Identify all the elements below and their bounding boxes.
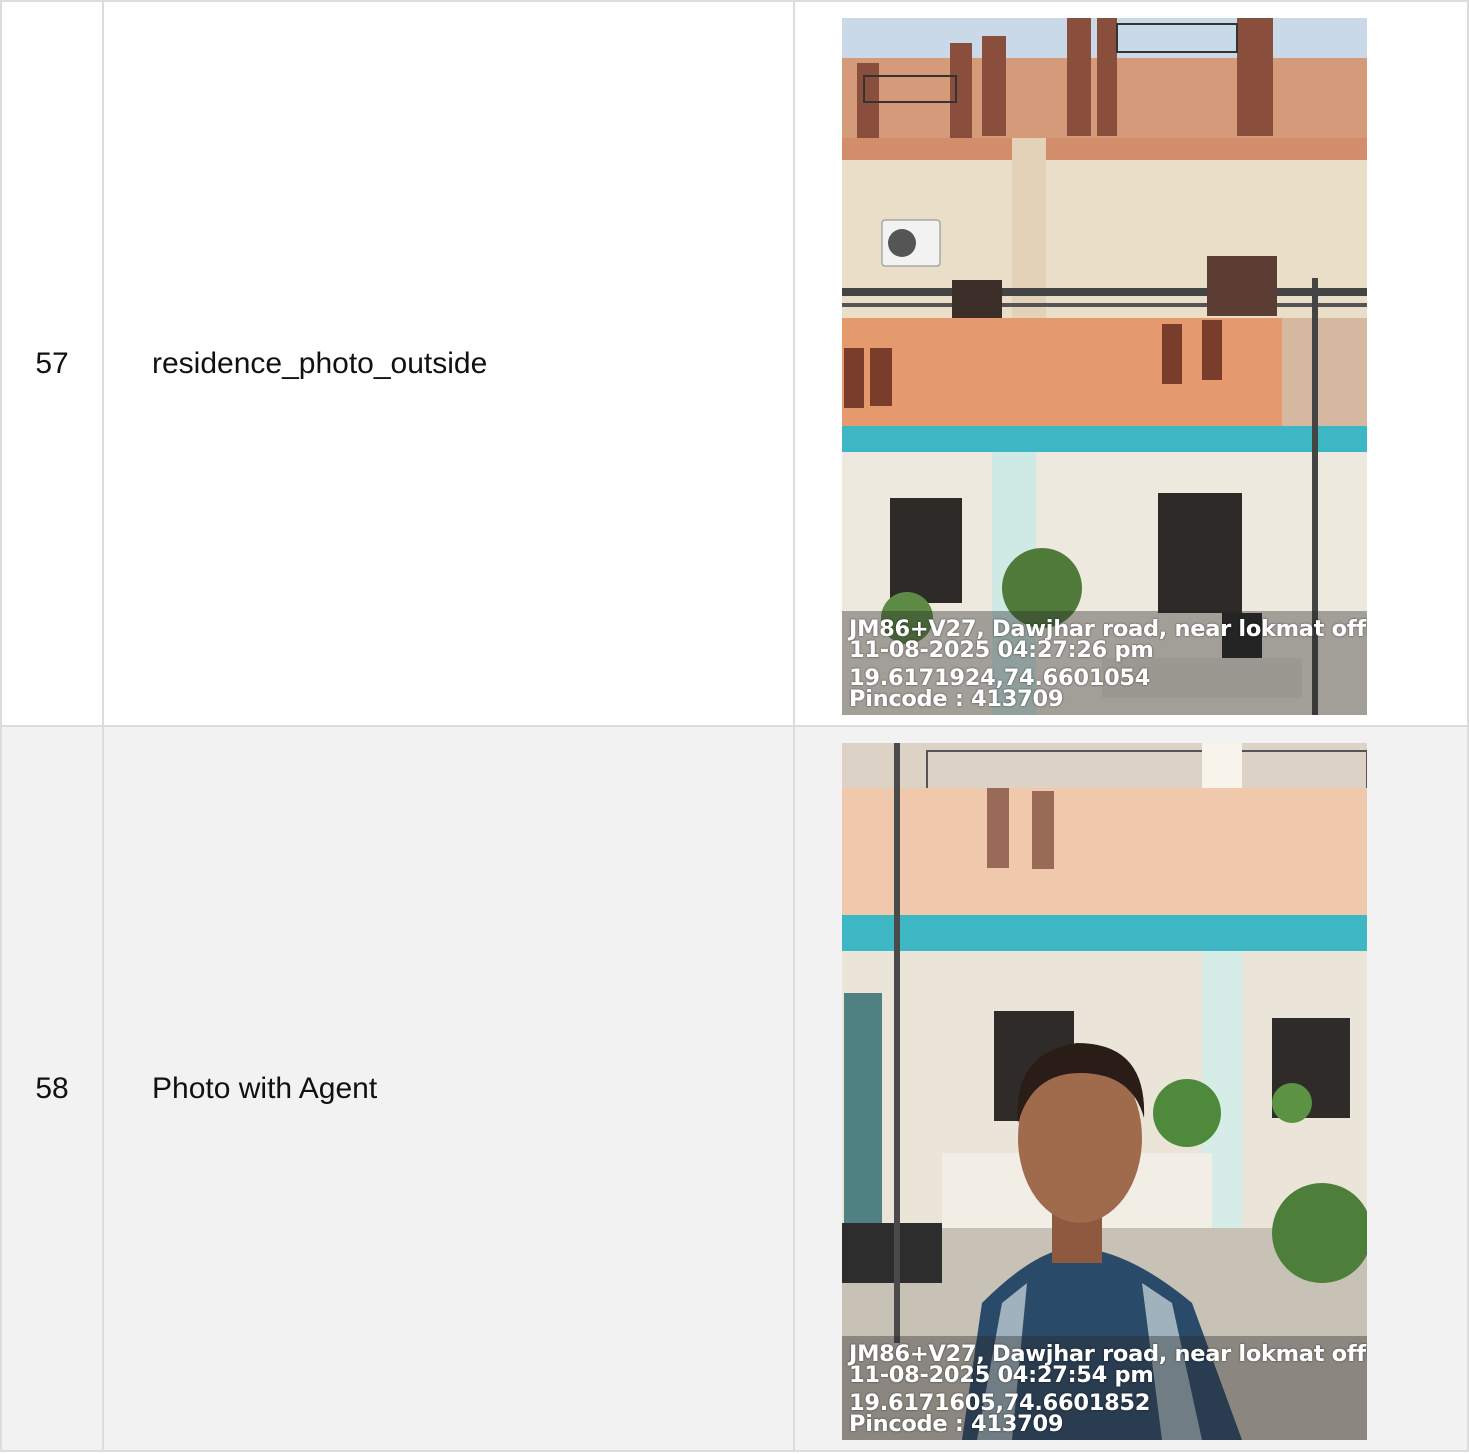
agent-selfie-photo[interactable]: JM86+V27, Dawjhar road, near lokmat offi…: [842, 743, 1367, 1440]
stamp-pincode: Pincode : 413709: [849, 686, 1064, 712]
row-number: 58: [0, 725, 104, 1452]
row-label: Photo with Agent: [102, 725, 795, 1452]
row-label: residence_photo_outside: [102, 0, 795, 727]
residence-outside-photo[interactable]: JM86+V27, Dawjhar road, near lokmat offi…: [842, 18, 1367, 715]
photo-cell: JM86+V27, Dawjhar road, near lokmat offi…: [793, 725, 1469, 1452]
row-number: 57: [0, 0, 104, 727]
table-row: 58 Photo with Agent JM86+V27, Dawjhar ro…: [0, 725, 1469, 1452]
stamp-datetime: 11-08-2025 04:27:26 pm: [849, 637, 1154, 663]
photo-report-table: 57 residence_photo_outside JM86+V27, Daw…: [0, 0, 1469, 1452]
stamp-datetime: 11-08-2025 04:27:54 pm: [849, 1362, 1154, 1388]
photo-cell: JM86+V27, Dawjhar road, near lokmat offi…: [793, 0, 1469, 727]
stamp-pincode: Pincode : 413709: [849, 1411, 1064, 1437]
geotag-stamp: JM86+V27, Dawjhar road, near lokmat offi…: [842, 1336, 1367, 1440]
table-row: 57 residence_photo_outside JM86+V27, Daw…: [0, 0, 1469, 727]
geotag-stamp: JM86+V27, Dawjhar road, near lokmat offi…: [842, 611, 1367, 715]
